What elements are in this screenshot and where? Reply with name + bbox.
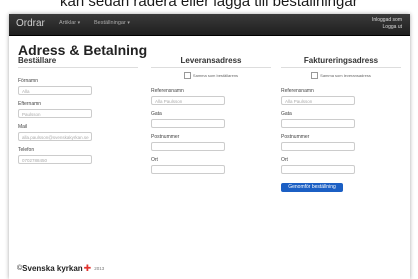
field-label: Referensnamn	[151, 88, 184, 94]
chevron-down-icon: ▾	[77, 20, 81, 26]
user-menu[interactable]: Inloggad som Logga ut	[372, 17, 402, 31]
leverans-ort-input[interactable]	[151, 165, 225, 174]
brand-link[interactable]: Ordrar	[16, 18, 45, 29]
leverans-section: Leveransadress Samma som beställarens Re…	[151, 56, 271, 174]
footer: © Svenska kyrkan ✚ 2013	[17, 263, 104, 274]
caption-text: kan sedan radera eller lägga till bestäl…	[0, 0, 418, 14]
caption-label: kan sedan radera eller lägga till bestäl…	[60, 0, 358, 10]
checkbox-label: Samma som leveransadress	[320, 73, 371, 78]
faktura-referens-input[interactable]: Alla Paulsson	[281, 96, 355, 105]
logout-link[interactable]: Logga ut	[372, 24, 402, 31]
field-label: Efternamn	[18, 101, 42, 107]
field-label: Telefon	[18, 147, 35, 153]
mail-input[interactable]: alla.paulsson@svenskakyrkan.se	[18, 132, 92, 141]
bestallare-section: Beställare Förnamn Alla Efternamn Paulss…	[18, 56, 138, 164]
telefon-input[interactable]: 0702788450	[18, 155, 92, 164]
faktura-gata-input[interactable]	[281, 119, 355, 128]
nav-item-label: Artiklar	[59, 20, 77, 26]
field-label: Postnummer	[281, 134, 310, 140]
nav-item-label: Beställningar	[94, 20, 126, 26]
faktura-ort-input[interactable]	[281, 165, 355, 174]
field-label: Ort	[151, 157, 158, 163]
nav-item-bestallningar[interactable]: Beställningar ▾	[94, 20, 130, 26]
field-label: Gata	[281, 111, 292, 117]
bestallare-heading: Beställare	[18, 56, 138, 68]
browser-page: Ordrar Artiklar ▾ Beställningar ▾ Inlogg…	[9, 14, 410, 279]
field-label: Mail	[18, 124, 28, 130]
leverans-referens-input[interactable]: Alla Paulsson	[151, 96, 225, 105]
field-label: Postnummer	[151, 134, 180, 140]
faktura-section: Faktureringsadress Samma som leveransadr…	[281, 56, 401, 192]
leverans-same-checkbox[interactable]: Samma som beställarens	[151, 72, 271, 79]
faktura-postnummer-input[interactable]	[281, 142, 355, 151]
faktura-heading: Faktureringsadress	[281, 56, 401, 68]
efternamn-input[interactable]: Paulsson	[18, 109, 92, 118]
footer-year: 2013	[94, 266, 105, 271]
field-label: Förnamn	[18, 78, 39, 84]
top-navbar: Ordrar Artiklar ▾ Beställningar ▾ Inlogg…	[9, 14, 410, 36]
checkbox-label: Samma som beställarens	[192, 73, 239, 78]
church-cross-icon: ✚	[83, 263, 92, 273]
checkbox-icon[interactable]	[183, 72, 191, 79]
field-label: Ort	[281, 157, 288, 163]
leverans-gata-input[interactable]	[151, 119, 225, 128]
checkbox-icon[interactable]	[311, 72, 319, 79]
field-label: Referensnamn	[281, 88, 314, 94]
chevron-down-icon: ▾	[127, 20, 130, 26]
submit-order-button[interactable]: Genomför beställning	[281, 183, 343, 192]
user-name: Inloggad som	[371, 17, 402, 23]
footer-brand: Svenska kyrkan	[22, 264, 83, 273]
fornamn-input[interactable]: Alla	[18, 86, 92, 95]
nav-item-artiklar[interactable]: Artiklar ▾	[59, 20, 80, 26]
leverans-postnummer-input[interactable]	[151, 142, 225, 151]
leverans-heading: Leveransadress	[151, 56, 271, 68]
faktura-same-checkbox[interactable]: Samma som leveransadress	[281, 72, 401, 79]
field-label: Gata	[151, 111, 162, 117]
